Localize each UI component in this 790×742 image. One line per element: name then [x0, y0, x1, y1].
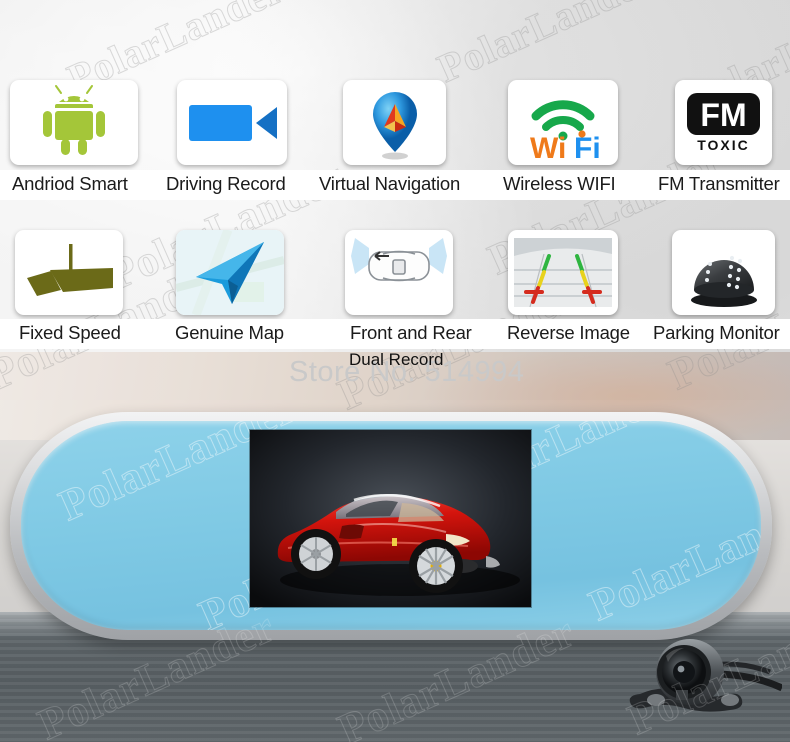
rear-view-camera	[612, 628, 784, 736]
feature-label-android: Andriod Smart	[12, 173, 128, 194]
feature-label-front-and-rear: Front and Rear	[350, 322, 472, 343]
dome-camera-icon	[691, 247, 757, 307]
dual-record-label: Dual Record	[349, 350, 444, 369]
paper-plane-map-icon	[176, 230, 284, 315]
red-sports-car-photo	[250, 430, 531, 607]
product-marketing-image: PolarLander PolarLander PolarLander Pola…	[0, 0, 790, 742]
mirror-display-screen[interactable]	[250, 430, 531, 607]
feature-label-driving-record: Driving Record	[166, 173, 286, 194]
reverse-guideline-icon	[514, 238, 612, 308]
feature-tile-driving-record[interactable]	[177, 80, 287, 165]
fm-sub-text: TOXIC	[697, 137, 750, 153]
feature-tile-fixed-speed[interactable]	[15, 230, 123, 315]
feature-tile-front-and-rear[interactable]	[345, 230, 453, 315]
wifi-logo-icon: Wi Fi	[530, 100, 601, 165]
fm-toxic-logo-icon: FM TOXIC	[687, 93, 760, 153]
feature-tile-android[interactable]	[10, 80, 138, 165]
android-robot-icon	[43, 85, 105, 155]
feature-tile-genuine-map[interactable]	[176, 230, 284, 315]
wifi-wi-text: Wi	[530, 132, 566, 165]
map-pin-arrow-icon	[373, 92, 417, 160]
feature-label-reverse-image: Reverse Image	[507, 322, 630, 343]
feature-tile-fm-transmitter[interactable]: FM TOXIC	[675, 80, 772, 165]
feature-label-virtual-navigation: Virtual Navigation	[319, 173, 461, 194]
car-top-sensors-icon	[351, 238, 447, 282]
feature-tile-wireless-wifi[interactable]: Wi Fi	[508, 80, 618, 165]
wifi-fi-text: Fi	[574, 132, 601, 165]
fm-main-text: FM	[700, 97, 746, 133]
feature-label-fixed-speed: Fixed Speed	[19, 322, 121, 343]
feature-tile-reverse-image[interactable]	[508, 230, 618, 315]
feature-label-parking-monitor: Parking Monitor	[653, 322, 780, 343]
feature-label-wireless-wifi: Wireless WIFI	[503, 173, 616, 194]
feature-label-fm-transmitter: FM Transmitter	[658, 173, 780, 194]
feature-label-genuine-map: Genuine Map	[175, 322, 284, 343]
video-camera-icon	[189, 105, 277, 141]
speed-camera-icon	[27, 244, 113, 296]
feature-tile-parking-monitor[interactable]	[672, 230, 775, 315]
feature-tile-virtual-navigation[interactable]	[343, 80, 446, 165]
